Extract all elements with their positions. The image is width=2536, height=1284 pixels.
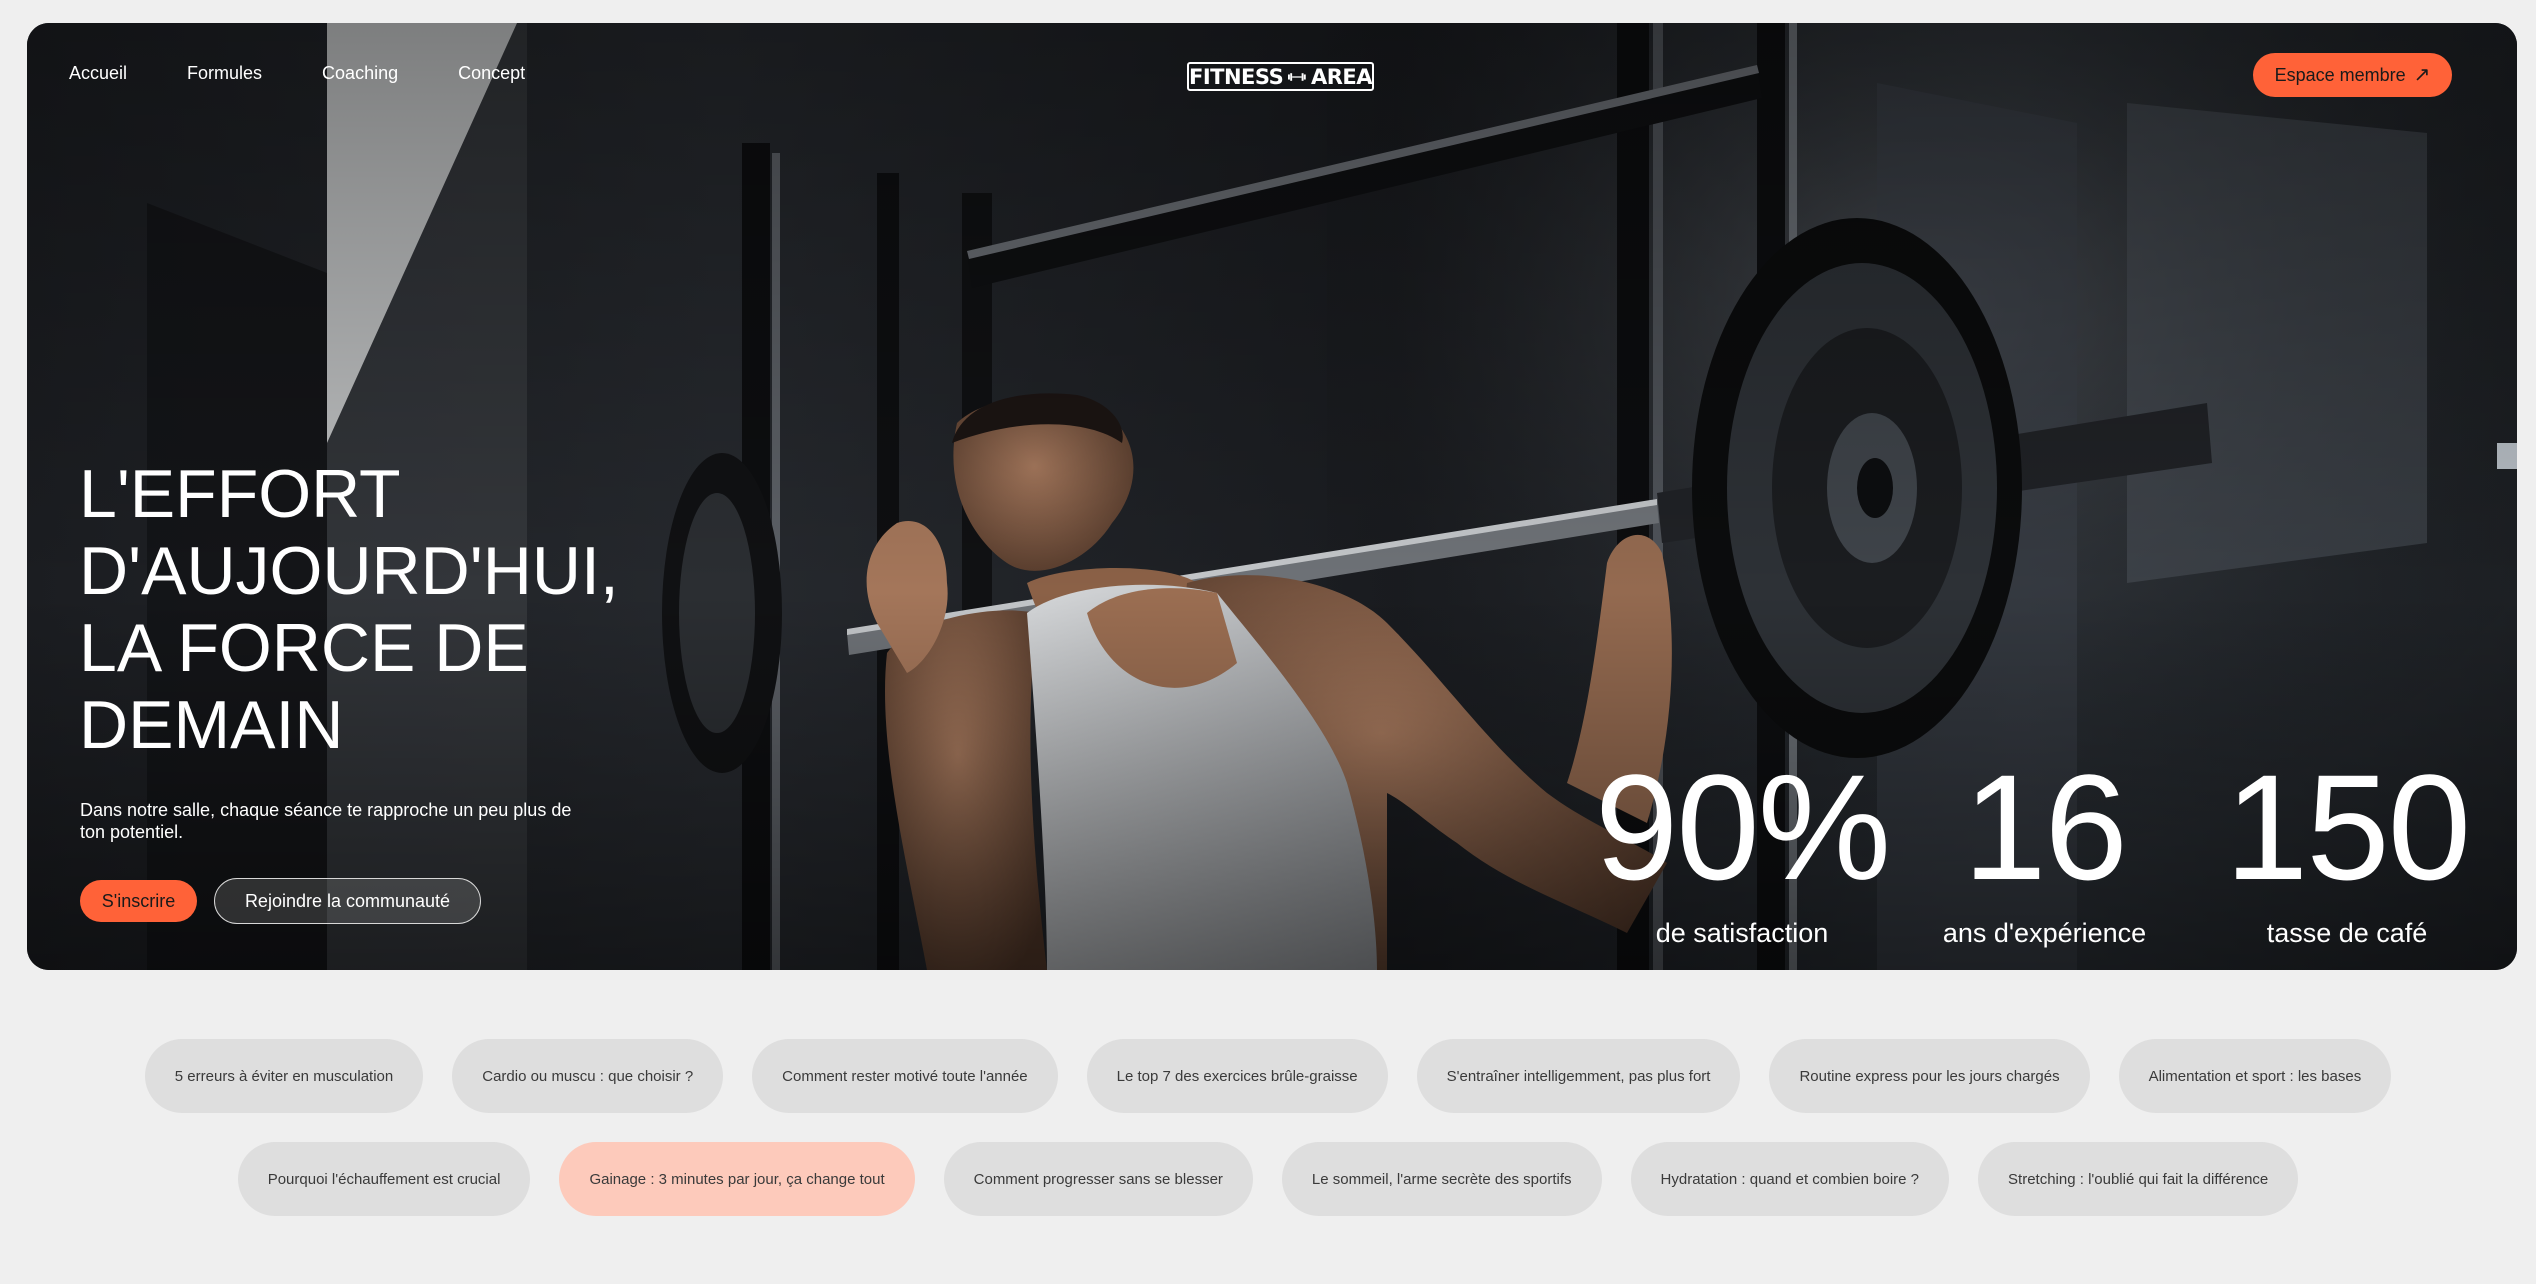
topic-tags-row-2: Pourquoi l'échauffement est crucial Gain… [0, 1142, 2536, 1216]
topic-tag[interactable]: S'entraîner intelligemment, pas plus for… [1416, 1039, 1741, 1113]
logo-text-right: AREA [1310, 64, 1373, 89]
headline-line-2: D'AUJOURD'HUI, [79, 533, 619, 609]
headline-line-4: DEMAIN [79, 687, 344, 763]
topic-tag[interactable]: Cardio ou muscu : que choisir ? [452, 1039, 724, 1113]
topic-tag[interactable]: Routine express pour les jours chargés [1769, 1039, 2090, 1113]
nav-link-formules[interactable]: Formules [187, 63, 262, 84]
member-area-label: Espace membre [2274, 64, 2406, 85]
headline-line-1: L'EFFORT [79, 456, 401, 532]
stat-label: ans d'expérience [1942, 918, 2147, 948]
dumbbell-icon [1288, 72, 1306, 81]
hero-subtitle: Dans notre salle, chaque séance te rappr… [80, 800, 572, 842]
logo-text-left: FITNESS [1189, 64, 1284, 89]
stat-satisfaction: 90% de satisfaction [1582, 752, 1902, 949]
hero-headline: L'EFFORT D'AUJOURD'HUI, LA FORCE DE DEMA… [79, 456, 719, 764]
stat-label: tasse de café [2266, 918, 2428, 948]
topic-tag[interactable]: Comment rester motivé toute l'année [752, 1039, 1058, 1113]
topic-tag[interactable]: Stretching : l'oublié qui fait la différ… [1978, 1142, 2299, 1216]
nav-link-accueil[interactable]: Accueil [69, 63, 127, 84]
topic-tags-row-1: 5 erreurs à éviter en musculation Cardio… [0, 1039, 2536, 1113]
site-logo[interactable]: FITNESS AREA [1187, 62, 1374, 91]
stat-coffee: 150 tasse de café [2197, 752, 2497, 949]
main-nav: Accueil Formules Coaching Concept [69, 63, 525, 84]
stat-label: de satisfaction [1655, 918, 1829, 948]
topic-tag[interactable]: Comment progresser sans se blesser [943, 1142, 1253, 1216]
topic-tag[interactable]: Le sommeil, l'arme secrète des sportifs [1281, 1142, 1602, 1216]
topic-tag[interactable]: Le top 7 des exercices brûle-graisse [1086, 1039, 1388, 1113]
topic-tag[interactable]: 5 erreurs à éviter en musculation [144, 1039, 424, 1113]
member-area-button[interactable]: Espace membre ↗ [2253, 53, 2452, 97]
topic-tag[interactable]: Pourquoi l'échauffement est crucial [237, 1142, 531, 1216]
stat-value: 90% [1594, 743, 1891, 911]
stat-value: 150 [2224, 743, 2471, 911]
hero-section: Accueil Formules Coaching Concept FITNES… [27, 23, 2517, 970]
topic-tag[interactable]: Alimentation et sport : les bases [2118, 1039, 2392, 1113]
arrow-up-right-icon: ↗ [2413, 64, 2431, 86]
stat-experience: 16 ans d'expérience [1907, 752, 2182, 949]
join-community-button[interactable]: Rejoindre la communauté [214, 878, 481, 924]
topic-tag[interactable]: Hydratation : quand et combien boire ? [1630, 1142, 1950, 1216]
nav-link-concept[interactable]: Concept [458, 63, 525, 84]
stat-value: 16 [1963, 743, 2128, 911]
headline-line-3: LA FORCE DE [79, 610, 529, 686]
nav-link-coaching[interactable]: Coaching [322, 63, 398, 84]
signup-button[interactable]: S'inscrire [80, 880, 197, 922]
topic-tag-active[interactable]: Gainage : 3 minutes par jour, ça change … [559, 1142, 915, 1216]
